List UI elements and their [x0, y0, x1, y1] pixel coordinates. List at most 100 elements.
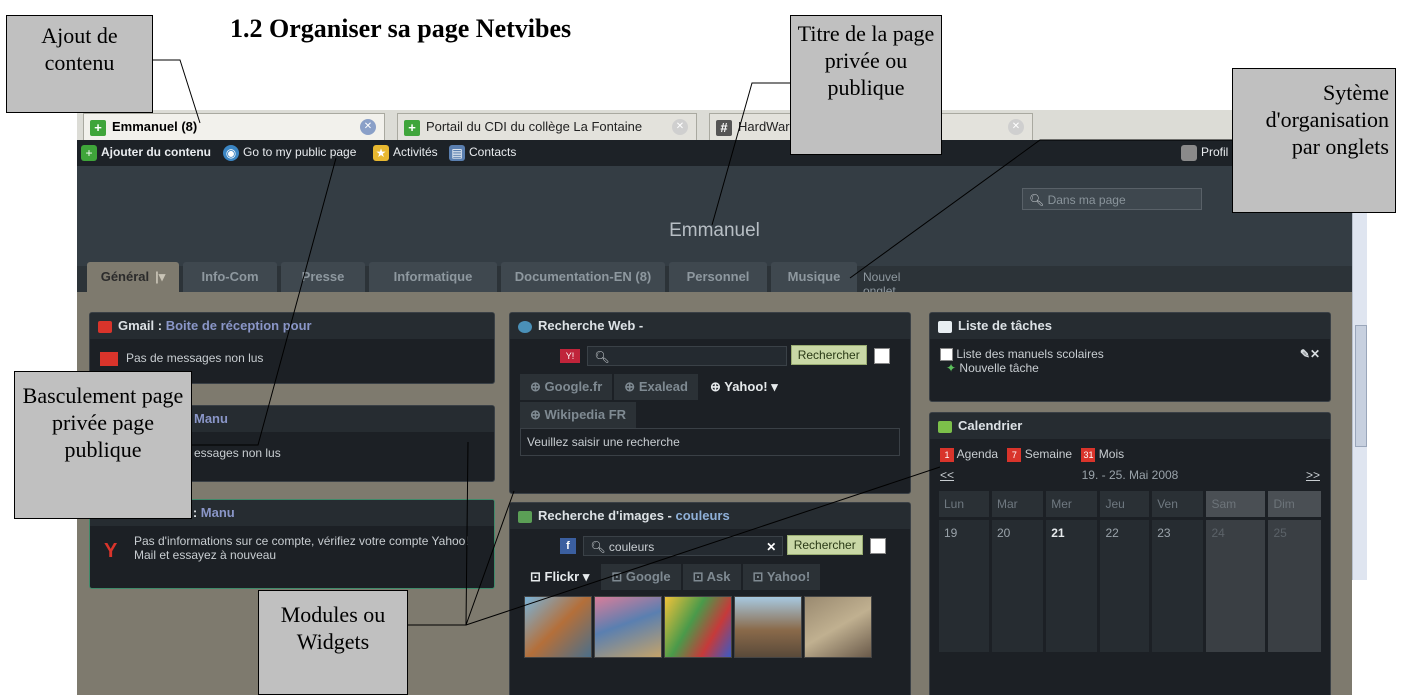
view-month[interactable]: 31 Mois	[1081, 447, 1124, 462]
image-search-widget: Recherche d'images - couleurs f 🔍︎ coule…	[509, 502, 911, 695]
image-search-checkbox[interactable]	[870, 537, 887, 554]
close-tab-icon[interactable]: ✕	[360, 119, 376, 135]
calendar-widget: Calendrier 1 Agenda 7 Semaine 31 Mois <<…	[929, 412, 1331, 695]
result-image[interactable]	[594, 595, 662, 658]
day-header: Dim	[1268, 490, 1321, 517]
result-image[interactable]	[804, 595, 872, 658]
result-image[interactable]	[524, 595, 592, 658]
calendar-day[interactable]: 24	[1206, 519, 1266, 652]
day-header: Mer	[1046, 490, 1098, 517]
tab-personnel[interactable]: Personnel	[669, 262, 767, 292]
checkbox-icon	[938, 320, 952, 333]
tab-informatique[interactable]: Informatique	[369, 262, 497, 292]
callout-ajout-contenu: Ajout de contenu	[6, 15, 153, 113]
browser-tab-portail[interactable]: + Portail du CDI du collège La Fontaine ✕	[397, 113, 697, 140]
view-agenda[interactable]: 1 Agenda	[940, 447, 998, 462]
image-engine-yahoo[interactable]: ⊡ Yahoo!	[742, 563, 821, 590]
gmail-icon	[98, 320, 112, 333]
netvibes-toolbar: + Ajouter du contenu ◉ Go to my public pag…	[77, 140, 1352, 166]
week-icon: 7	[1007, 447, 1022, 462]
engine-yahoo[interactable]: ⊕ Yahoo! ▾	[699, 373, 788, 400]
day-header: Lun	[939, 490, 989, 517]
close-tab-icon[interactable]: ✕	[672, 119, 688, 135]
activities-link[interactable]: ★ Activités	[373, 145, 438, 161]
task-checkbox[interactable]	[940, 348, 953, 362]
image-engine-flickr[interactable]: ⊡ Flickr ▾	[520, 563, 600, 590]
plus-icon: ✦	[946, 361, 957, 376]
browser-tab-emmanuel[interactable]: + Emmanuel (8) ✕	[83, 113, 385, 140]
view-week[interactable]: 7 Semaine	[1007, 447, 1072, 462]
calendar-day[interactable]: 25	[1268, 519, 1321, 652]
globe-icon: ◉	[223, 145, 239, 161]
add-content-button[interactable]: + Ajouter du contenu	[81, 145, 211, 161]
day-header: Ven	[1152, 490, 1204, 517]
engine-exalead[interactable]: ⊕ Exalead	[614, 373, 698, 400]
task-item: Liste des manuels scolaires	[940, 347, 1320, 362]
calendar-day[interactable]: 23	[1152, 519, 1204, 652]
globe-icon	[518, 320, 532, 333]
day-header: Mar	[992, 490, 1044, 517]
callout-titre-page: Titre de la page privée ou publique	[790, 15, 942, 155]
page-header: 🔍︎ Dans ma page	[77, 166, 1352, 266]
chevron-down-icon[interactable]: |▾	[155, 269, 165, 284]
new-task-link[interactable]: ✦ Nouvelle tâche	[946, 361, 1320, 375]
web-search-widget: Recherche Web - Y! 🔍︎ Rechercher ⊕ Googl…	[509, 312, 911, 494]
calendar-day[interactable]: 22	[1100, 519, 1150, 652]
yahoo-icon: Y	[104, 540, 118, 562]
edit-delete-icon[interactable]: ✎✕	[1300, 347, 1320, 361]
browser-tab-bar: + Emmanuel (8) ✕ + Portail du CDI du collè…	[77, 110, 1352, 141]
page-heading: 1.2 Organiser sa page Netvibes	[230, 14, 572, 43]
calendar-grid: Lun Mar Mer Jeu Ven Sam Dim 19 20 21 22 …	[936, 488, 1324, 655]
netvibes-plus-icon: +	[90, 119, 106, 136]
search-icon: 🔍︎	[594, 349, 610, 364]
web-search-button[interactable]: Rechercher	[790, 345, 867, 365]
day-header: Jeu	[1100, 490, 1150, 517]
result-image[interactable]	[664, 595, 732, 658]
web-search-input[interactable]: 🔍︎	[587, 345, 788, 366]
close-tab-icon[interactable]: ✕	[1008, 119, 1024, 135]
tasks-widget: Liste de tâches Liste des manuels scolai…	[929, 312, 1331, 402]
day-header: Sam	[1206, 490, 1266, 517]
tab-musique[interactable]: Musique	[771, 262, 857, 292]
calendar-icon	[938, 420, 952, 433]
next-week-link[interactable]: >>	[1306, 468, 1320, 482]
profile-link[interactable]: Profil	[1181, 145, 1228, 161]
engine-wikipedia[interactable]: ⊕ Wikipedia FR	[520, 401, 637, 428]
public-page-link[interactable]: ◉ Go to my public page	[223, 145, 356, 161]
callout-bascule: Basculement page privée page publique	[14, 371, 192, 519]
tab-general[interactable]: Général |▾	[87, 262, 179, 292]
calendar-day[interactable]: 19	[939, 519, 989, 652]
image-search-input[interactable]: 🔍︎ couleurs ✕	[583, 535, 784, 557]
gmail-inbox-link[interactable]: Boite de réception pour	[166, 318, 312, 333]
tab-documentation[interactable]: Documentation-EN (8)	[501, 262, 665, 292]
image-search-button[interactable]: Rechercher	[786, 535, 863, 555]
page-title: Emmanuel	[669, 220, 760, 241]
month-icon: 31	[1081, 447, 1096, 462]
image-icon	[518, 510, 532, 523]
image-engine-ask[interactable]: ⊡ Ask	[682, 563, 741, 590]
engine-google[interactable]: ⊕ Google.fr	[520, 373, 613, 400]
agenda-icon: 1	[940, 447, 954, 462]
scrollbar-thumb[interactable]	[1355, 325, 1367, 447]
contacts-link[interactable]: ▤ Contacts	[449, 145, 516, 161]
page-search-input[interactable]: 🔍︎ Dans ma page	[1022, 188, 1202, 210]
clear-icon[interactable]: ✕	[766, 537, 776, 557]
yahoo-icon: Y!	[560, 348, 580, 363]
calendar-day-today[interactable]: 21	[1046, 519, 1098, 652]
tab-info-com[interactable]: Info-Com	[183, 262, 277, 292]
callout-onglets: Sytème d'organisation par onglets	[1232, 68, 1396, 213]
web-search-checkbox[interactable]	[874, 347, 891, 364]
facebook-icon: f	[560, 537, 576, 554]
plus-icon: +	[81, 145, 97, 161]
result-image[interactable]	[734, 595, 802, 658]
contacts-icon: ▤	[449, 145, 465, 161]
search-icon: 🔍︎	[1029, 193, 1045, 207]
star-icon: ★	[373, 145, 389, 161]
tab-presse[interactable]: Presse	[281, 262, 365, 292]
calendar-day[interactable]: 20	[992, 519, 1044, 652]
image-results	[520, 595, 900, 666]
image-engine-google[interactable]: ⊡ Google	[601, 563, 681, 590]
search-icon: 🔍︎	[590, 539, 606, 554]
mail-icon	[100, 351, 118, 366]
hardware-site-icon: #	[716, 119, 732, 136]
